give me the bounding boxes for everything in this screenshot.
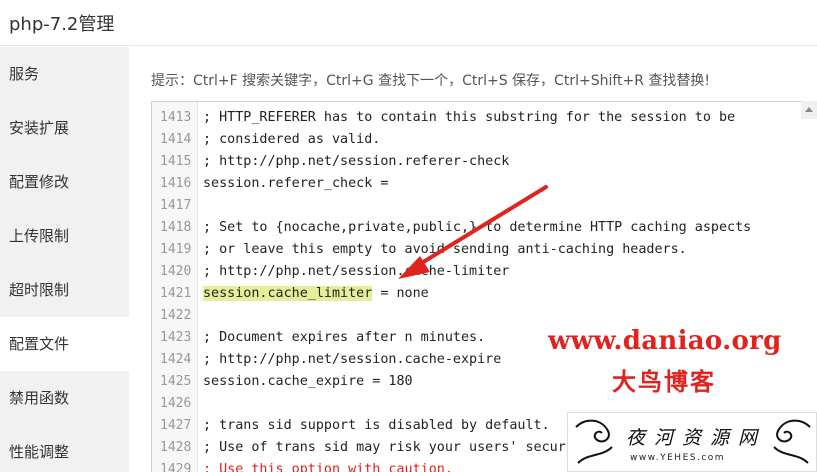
title-bar: php-7.2管理 (0, 0, 817, 46)
line-number: 1419 (160, 242, 192, 257)
line-number: 1420 (160, 264, 192, 279)
code-line[interactable]: 1421 session.cache_limiter = none (152, 283, 817, 305)
code-text: ; Set to {nocache,private,public,} to de… (203, 220, 752, 235)
code-text-rest: = none (372, 286, 429, 301)
code-text: ; HTTP_REFERER has to contain this subst… (203, 110, 736, 125)
line-number: 1425 (160, 374, 192, 389)
code-text: ; http://php.net/session.cache-expire (203, 352, 502, 367)
code-text: ; considered as valid. (203, 132, 381, 147)
code-line[interactable]: 1419 ; or leave this empty to avoid sendi… (152, 239, 817, 261)
line-number: 1426 (160, 396, 192, 411)
sidebar-item-timeout-limit[interactable]: 超时限制 (0, 263, 129, 317)
highlighted-code: session.cache_limiter (203, 286, 373, 301)
code-text: ; Document expires after n minutes. (203, 330, 486, 345)
code-line[interactable]: 1413 ; HTTP_REFERER has to contain this s… (152, 107, 817, 129)
watermark-site: www.daniao.org (548, 326, 782, 356)
shortcut-hint: 提示：Ctrl+F 搜索关键字，Ctrl+G 查找下一个，Ctrl+S 保存，C… (151, 73, 711, 89)
code-line[interactable]: 1422 (152, 305, 817, 327)
code-text: session.cache_limiter = none (203, 283, 429, 305)
code-text: ; Use this option with caution. (203, 462, 453, 472)
sidebar-item-service[interactable]: 服务 (0, 47, 129, 101)
code-text: session.cache_expire = 180 (203, 374, 413, 389)
code-text: ; trans sid support is disabled by defau… (203, 418, 550, 433)
line-number: 1422 (160, 308, 192, 323)
sidebar-item-upload-limit[interactable]: 上传限制 (0, 209, 129, 263)
code-line[interactable]: 1416 session.referer_check = (152, 173, 817, 195)
line-number: 1414 (160, 132, 192, 147)
sidebar-item-config-modify[interactable]: 配置修改 (0, 155, 129, 209)
line-number: 1418 (160, 220, 192, 235)
line-number: 1424 (160, 352, 192, 367)
code-line[interactable]: 1417 (152, 195, 817, 217)
line-number: 1423 (160, 330, 192, 345)
sidebar: 服务 安装扩展 配置修改 上传限制 超时限制 配置文件 禁用函数 性能调整 (0, 47, 129, 472)
code-text: ; http://php.net/session.referer-check (203, 154, 510, 169)
sidebar-item-disabled-functions[interactable]: 禁用函数 (0, 371, 129, 425)
window-title: php-7.2管理 (9, 14, 115, 35)
code-line[interactable]: 1415 ; http://php.net/session.referer-che… (152, 151, 817, 173)
logo-cn-text: 夜河资源网 (626, 427, 767, 449)
sidebar-item-install-extensions[interactable]: 安装扩展 (0, 101, 129, 155)
code-text: ; http://php.net/session.cache-limiter (203, 264, 510, 279)
line-number: 1429 (160, 462, 192, 472)
logo-url-text: www.YEHES.com (630, 453, 726, 463)
sidebar-item-performance[interactable]: 性能调整 (0, 425, 129, 472)
code-text: session.referer_check = (203, 176, 389, 191)
code-line[interactable]: 1425 session.cache_expire = 180 (152, 371, 817, 393)
sidebar-item-config-file[interactable]: 配置文件 (0, 317, 129, 371)
code-line[interactable]: 1420 ; http://php.net/session.cache-limit… (152, 261, 817, 283)
line-number: 1415 (160, 154, 192, 169)
line-number: 1416 (160, 176, 192, 191)
line-number: 1427 (160, 418, 192, 433)
watermark-name: 大鸟博客 (612, 367, 716, 396)
code-text: ; Use of trans sid may risk your users' … (203, 440, 599, 455)
line-number: 1413 (160, 110, 192, 125)
code-line[interactable]: 1418 ; Set to {nocache,private,public,} t… (152, 217, 817, 239)
code-text: ; or leave this empty to avoid sending a… (203, 242, 687, 257)
code-line[interactable]: 1414 ; considered as valid. (152, 129, 817, 151)
line-number: 1421 (160, 286, 192, 301)
line-number: 1428 (160, 440, 192, 455)
yehes-logo: 夜河资源网 www.YEHES.com (567, 412, 817, 472)
line-number: 1417 (160, 198, 192, 213)
scroll-up-arrow-icon[interactable] (801, 101, 817, 119)
